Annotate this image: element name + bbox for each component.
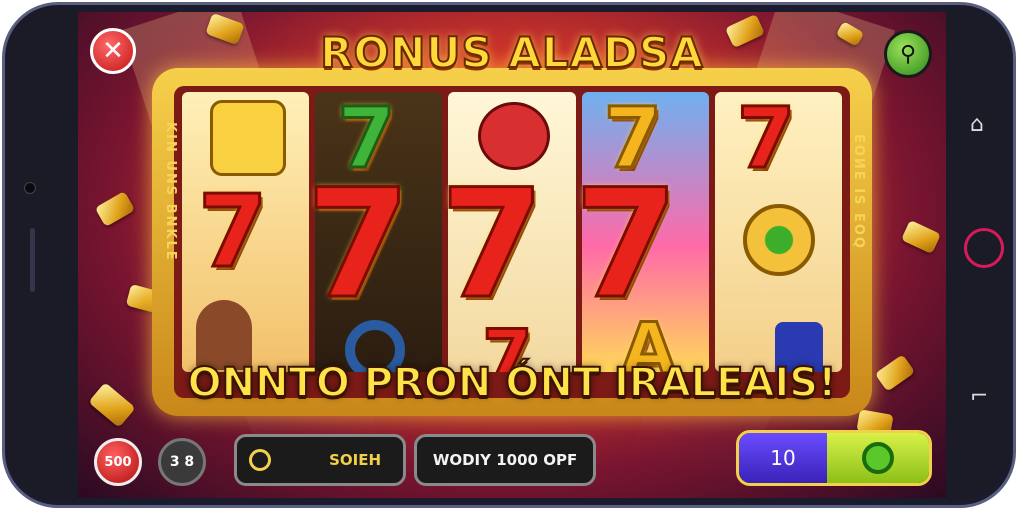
- search-button[interactable]: ⚲: [884, 30, 932, 78]
- spin-control[interactable]: 10: [736, 430, 932, 486]
- close-icon: ✕: [102, 36, 124, 66]
- symbol-seven: 7: [197, 173, 270, 290]
- game-title: RONUS ALADSA: [319, 27, 704, 78]
- spin-button[interactable]: [827, 433, 929, 483]
- reel-1: 7: [182, 92, 310, 372]
- bet-button[interactable]: 500: [94, 438, 142, 486]
- power-icon[interactable]: [964, 228, 1004, 268]
- big-seven-right: 7: [572, 158, 679, 332]
- frame-left-text: KIN UNS BNKLE: [163, 122, 178, 262]
- phone-left-bezel: [6, 6, 78, 500]
- symbol-seven: 7: [735, 92, 796, 187]
- autospin-icon: [249, 449, 271, 471]
- frame-right-text: ЕOИE IS ЕOQ: [851, 134, 866, 250]
- coin-symbol: [742, 204, 815, 276]
- back-icon[interactable]: ⌐: [970, 384, 988, 409]
- spin-count[interactable]: 10: [739, 433, 827, 483]
- flying-coin: [900, 219, 942, 255]
- phone-right-bezel: ⌂ ⌐: [946, 6, 1010, 500]
- game-screen: KIN UNS BNKLE ЕOИE IS ЕOQ 7 7 7 7 A 7 7 …: [78, 12, 946, 498]
- big-seven-center: 7: [438, 158, 545, 332]
- lines-button[interactable]: 3 8: [158, 438, 206, 486]
- lamp-symbol: [210, 100, 286, 176]
- big-seven-left: 7: [304, 158, 411, 332]
- speaker-grille: [30, 228, 35, 292]
- spin-icon: [862, 442, 894, 474]
- autospin-panel[interactable]: SOIEH: [234, 434, 406, 486]
- autospin-label: SOIEH: [329, 451, 381, 469]
- close-button[interactable]: ✕: [90, 28, 136, 74]
- win-banner: ONNTO PRON ÓNT IRALEAIS!: [187, 359, 838, 407]
- reel-5: 7: [714, 92, 843, 372]
- camera-icon[interactable]: ⌂: [970, 112, 984, 137]
- front-camera-icon: [24, 182, 36, 194]
- flying-coin: [94, 190, 136, 228]
- search-icon: ⚲: [899, 41, 917, 67]
- win-display: WODIY 1000 OPF: [414, 434, 596, 486]
